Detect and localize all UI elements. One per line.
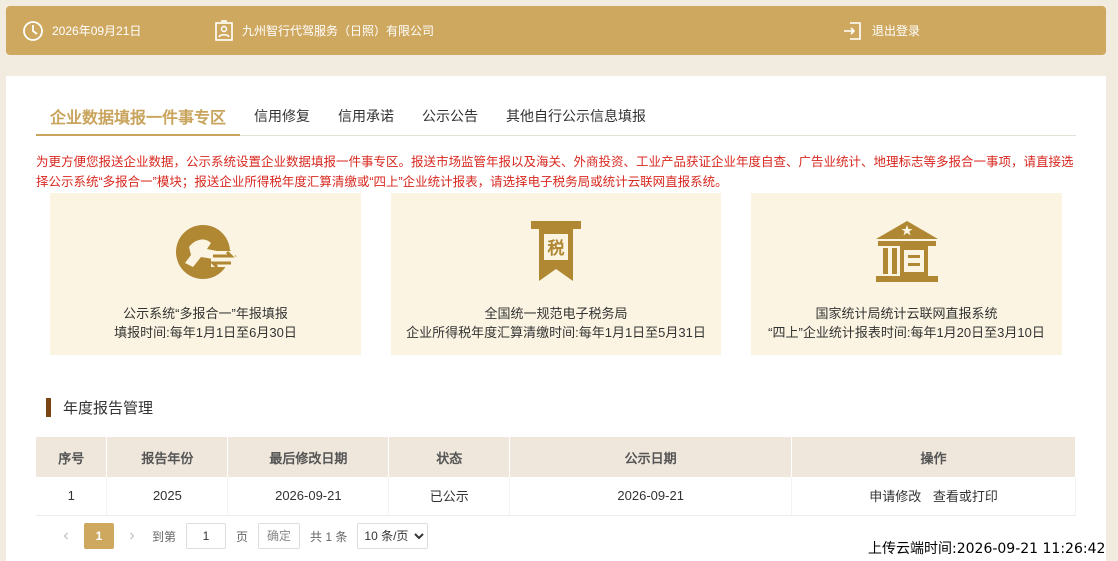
tab-public-notice[interactable]: 公示公告 xyxy=(408,98,492,136)
notice-text: 为更方便您报送企业数据，公示系统设置企业数据填报一件事专区。报送市场监管年报以及… xyxy=(36,155,1074,189)
table-header-row: 序号 报告年份 最后修改日期 状态 公示日期 操作 xyxy=(36,437,1076,477)
next-page-icon[interactable]: › xyxy=(122,527,142,545)
header-company: 九州智行代驾服务（日照）有限公司 xyxy=(214,19,435,42)
apply-edit-link[interactable]: 申请修改 xyxy=(869,489,921,504)
table-row: 1 2025 2026-09-21 已公示 2026-09-21 申请修改 查看… xyxy=(36,477,1076,516)
company-icon xyxy=(214,19,234,42)
col-published: 公示日期 xyxy=(509,437,793,477)
header-company-name: 九州智行代驾服务（日照）有限公司 xyxy=(242,24,435,38)
goto-confirm-button[interactable]: 确定 xyxy=(258,523,301,549)
section-annual-report: 年度报告管理 xyxy=(46,397,153,418)
tab-bar: 企业数据填报一件事专区 信用修复 信用承诺 公示公告 其他自行公示信息填报 xyxy=(36,98,1076,136)
cell-index: 1 xyxy=(36,477,108,516)
goto-label: 到第 xyxy=(152,529,177,544)
view-print-link[interactable]: 查看或打印 xyxy=(933,489,998,504)
section-title-text: 年度报告管理 xyxy=(63,400,154,417)
statistics-bureau-icon xyxy=(872,217,942,290)
tax-icon: 税 xyxy=(521,217,591,290)
card-statistics[interactable]: 国家统计局统计云联网直报系统 “四上”企业统计报表时间:每年1月20日至3月10… xyxy=(751,193,1062,355)
col-year: 报告年份 xyxy=(106,437,229,477)
tab-other-disclosure[interactable]: 其他自行公示信息填报 xyxy=(492,98,660,136)
logout-button[interactable]: 退出登录 xyxy=(842,20,920,42)
page-number-current[interactable]: 1 xyxy=(84,523,114,549)
col-actions: 操作 xyxy=(791,437,1076,477)
tab-enterprise-data[interactable]: 企业数据填报一件事专区 xyxy=(36,98,241,136)
cell-year: 2025 xyxy=(106,477,229,516)
section-marker xyxy=(46,398,51,417)
card-subtitle: 填报时间:每年1月1日至6月30日 xyxy=(114,325,297,340)
annual-report-table: 序号 报告年份 最后修改日期 状态 公示日期 操作 1 2025 2026-09… xyxy=(36,437,1076,516)
card-title: 国家统计局统计云联网直报系统 xyxy=(815,306,998,321)
main-panel: 企业数据填报一件事专区 信用修复 信用承诺 公示公告 其他自行公示信息填报 为更… xyxy=(6,76,1106,561)
card-title: 全国统一规范电子税务局 xyxy=(484,306,628,321)
page-unit-label: 页 xyxy=(236,529,249,544)
card-multi-report[interactable]: 公示系统“多报合一”年报填报 填报时间:每年1月1日至6月30日 xyxy=(50,193,361,355)
header-date: 2026年09月21日 xyxy=(22,20,141,42)
logout-label: 退出登录 xyxy=(872,24,921,38)
prev-page-icon[interactable]: ‹ xyxy=(56,527,76,545)
col-index: 序号 xyxy=(36,437,108,477)
tab-credit-repair[interactable]: 信用修复 xyxy=(240,98,324,136)
top-header-bar: 2026年09月21日 九州智行代驾服务（日照）有限公司 退出登录 xyxy=(6,6,1106,55)
pagination: ‹ 1 › 到第 页 确定 共 1 条 10 条/页 xyxy=(56,523,429,549)
header-date-text: 2026年09月21日 xyxy=(52,24,142,38)
card-subtitle: 企业所得税年度汇算清缴时间:每年1月1日至5月31日 xyxy=(406,325,706,340)
clock-icon xyxy=(22,20,44,42)
tab-credit-commitment[interactable]: 信用承诺 xyxy=(324,98,408,136)
upload-time: 上传云端时间:2026-09-21 11:26:42 xyxy=(868,541,1106,557)
total-count: 共 1 条 xyxy=(310,529,348,544)
svg-text:税: 税 xyxy=(548,238,565,259)
card-subtitle: “四上”企业统计报表时间:每年1月20日至3月10日 xyxy=(768,325,1045,340)
cell-modified: 2026-09-21 xyxy=(227,477,390,516)
col-modified: 最后修改日期 xyxy=(227,437,390,477)
service-cards: 公示系统“多报合一”年报填报 填报时间:每年1月1日至6月30日 税 全国统一规… xyxy=(50,193,1062,357)
card-e-tax[interactable]: 税 全国统一规范电子税务局 企业所得税年度汇算清缴时间:每年1月1日至5月31日 xyxy=(391,193,721,355)
col-status: 状态 xyxy=(388,437,511,477)
cell-actions: 申请修改 查看或打印 xyxy=(791,477,1076,516)
cell-published: 2026-09-21 xyxy=(509,477,793,516)
card-title: 公示系统“多报合一”年报填报 xyxy=(123,306,288,321)
cell-status: 已公示 xyxy=(388,477,511,516)
multi-report-icon xyxy=(171,217,241,290)
page-size-select[interactable]: 10 条/页 xyxy=(357,523,429,549)
goto-page-input[interactable] xyxy=(186,523,227,549)
logout-icon xyxy=(842,20,864,42)
